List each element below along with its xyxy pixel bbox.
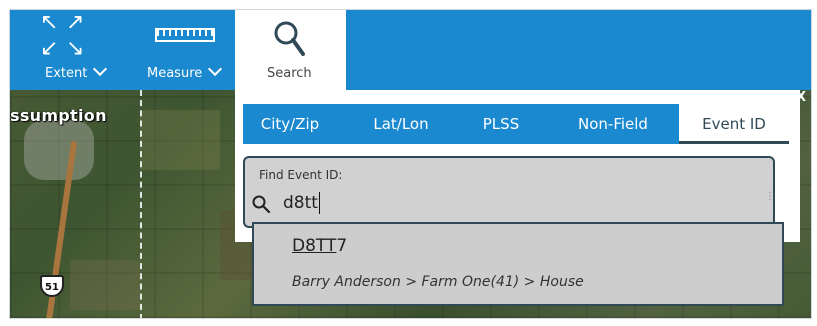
- search-label: Search: [267, 66, 312, 81]
- map-place-label: ssumption: [10, 106, 107, 125]
- tab-plss[interactable]: PLSS: [461, 104, 541, 144]
- search-icon: [252, 195, 271, 214]
- tab-lat-lon[interactable]: Lat/Lon: [351, 104, 451, 144]
- measure-label: Measure: [147, 66, 203, 81]
- extent-button[interactable]: ↖ ↗ ↙ ↘ Extent: [40, 10, 130, 90]
- tab-non-field[interactable]: Non-Field: [553, 104, 673, 144]
- arrow-down-left-icon: ↙: [40, 36, 59, 61]
- route-shield-icon: 51: [40, 275, 64, 297]
- map-field: [140, 110, 220, 170]
- extent-label: Extent: [45, 66, 88, 81]
- result-item-path[interactable]: Barry Anderson > Farm One(41) > House: [292, 274, 584, 290]
- map-boundary-line: [140, 90, 142, 318]
- text-cursor: [318, 192, 320, 214]
- search-icon: [274, 21, 305, 56]
- arrow-down-right-icon: ↘: [66, 36, 85, 61]
- input-label: Find Event ID:: [259, 168, 343, 182]
- tab-event-id[interactable]: Event ID: [679, 104, 789, 144]
- result-item-id[interactable]: D8TT7: [292, 236, 347, 256]
- arrow-up-left-icon: ↖: [40, 10, 59, 35]
- search-input[interactable]: d8tt: [283, 193, 318, 213]
- measure-button[interactable]: Measure: [142, 10, 237, 90]
- ruler-icon: [155, 28, 215, 42]
- close-button[interactable]: X: [796, 90, 806, 105]
- search-tabs: City/Zip Lat/Lon PLSS Non-Field Event ID: [243, 104, 789, 144]
- search-tool-button[interactable]: Search: [235, 10, 346, 90]
- tab-city-zip[interactable]: City/Zip: [243, 104, 337, 144]
- top-toolbar: ↖ ↗ ↙ ↘ Extent Measure Search: [10, 10, 811, 90]
- result-match-text: D8TT: [292, 236, 337, 256]
- chevron-down-icon: [208, 61, 223, 77]
- search-panel: City/Zip Lat/Lon PLSS Non-Field Event ID…: [235, 90, 800, 242]
- result-rest-text: 7: [336, 236, 348, 256]
- map-town-area: [24, 120, 94, 180]
- arrow-up-right-icon: ↗: [66, 10, 85, 35]
- map-field: [70, 260, 140, 310]
- search-results-dropdown: D8TT7 Barry Anderson > Farm One(41) > Ho…: [252, 222, 784, 306]
- event-id-search-field[interactable]: Find Event ID: d8tt ⋮: [243, 156, 775, 228]
- chevron-down-icon: [93, 61, 108, 77]
- scrollbar[interactable]: ⋮: [765, 192, 775, 202]
